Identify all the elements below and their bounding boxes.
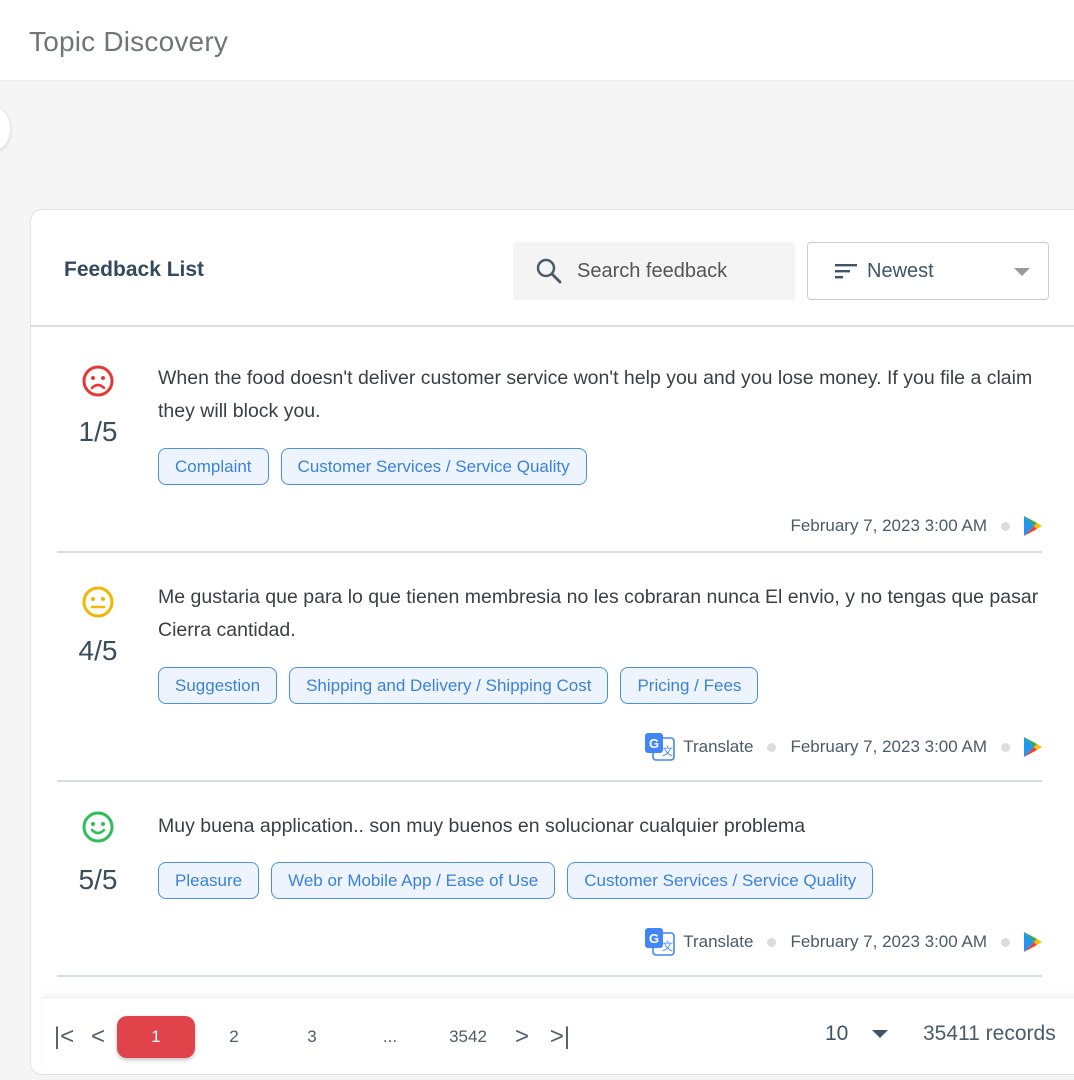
feedback-item: 4/5 Me gustaria que para lo que tienen m… bbox=[57, 553, 1042, 782]
google-translate-icon: G文 bbox=[645, 928, 676, 956]
svg-text:文: 文 bbox=[662, 939, 673, 953]
tag-chip[interactable]: Complaint bbox=[158, 448, 269, 485]
search-icon bbox=[536, 258, 562, 284]
google-play-icon[interactable] bbox=[1024, 737, 1042, 757]
card-header: Feedback List Newest bbox=[31, 210, 1074, 327]
chevron-down-icon bbox=[872, 1030, 889, 1038]
tag-chip[interactable]: Web or Mobile App / Ease of Use bbox=[271, 862, 556, 899]
page-button-1[interactable]: 1 bbox=[117, 1016, 195, 1058]
feedback-text: When the food doesn't deliver customer s… bbox=[158, 367, 1033, 422]
feedback-date: February 7, 2023 3:00 AM bbox=[790, 516, 987, 535]
rating-score: 1/5 bbox=[78, 416, 118, 447]
feedback-date: February 7, 2023 3:00 AM bbox=[790, 737, 987, 756]
feedback-meta: G文 Translate February 7, 2023 3:00 AM bbox=[645, 733, 1042, 761]
tag-list: Complaint Customer Services / Service Qu… bbox=[158, 448, 587, 485]
google-translate-icon: G文 bbox=[645, 733, 676, 761]
next-page-button[interactable]: > bbox=[507, 1023, 537, 1051]
per-page-select[interactable]: 10 bbox=[825, 1022, 889, 1046]
prev-page-button[interactable]: < bbox=[83, 1023, 113, 1051]
tag-chip[interactable]: Suggestion bbox=[158, 667, 278, 704]
translate-button[interactable]: G文 Translate bbox=[645, 928, 753, 956]
rating-score: 5/5 bbox=[78, 864, 118, 895]
svg-text:文: 文 bbox=[662, 744, 673, 758]
pagination: |< < 1 2 3 ... 3542 > >| bbox=[43, 1015, 575, 1059]
search-box[interactable] bbox=[513, 242, 795, 300]
page-button-3[interactable]: 3 bbox=[273, 1016, 351, 1058]
svg-text:G: G bbox=[649, 736, 659, 751]
google-play-icon[interactable] bbox=[1024, 516, 1042, 536]
page-button-2[interactable]: 2 bbox=[195, 1016, 273, 1058]
feedback-meta: G文 Translate February 7, 2023 3:00 AM bbox=[645, 928, 1042, 956]
sort-dropdown[interactable]: Newest bbox=[807, 242, 1049, 300]
sad-face-icon bbox=[82, 365, 114, 397]
feedback-text: Muy buena application.. son muy buenos e… bbox=[158, 815, 806, 837]
neutral-face-icon bbox=[82, 586, 114, 618]
page-ellipsis: ... bbox=[382, 1027, 398, 1046]
feedback-text: Me gustaria que para lo que tienen membr… bbox=[158, 586, 1039, 641]
feedback-list-card: Feedback List Newest 1/5 When the food d… bbox=[30, 209, 1074, 1075]
svg-text:G: G bbox=[649, 931, 659, 946]
last-page-button[interactable]: >| bbox=[545, 1023, 575, 1051]
google-play-icon[interactable] bbox=[1024, 932, 1042, 952]
separator-dot bbox=[767, 742, 777, 752]
translate-button[interactable]: G文 Translate bbox=[645, 733, 753, 761]
tag-chip[interactable]: Pricing / Fees bbox=[620, 667, 759, 704]
tag-chip[interactable]: Pleasure bbox=[158, 862, 260, 899]
feedback-item: 1/5 When the food doesn't deliver custom… bbox=[57, 328, 1042, 553]
top-bar: Topic Discovery bbox=[0, 0, 1074, 81]
rating-score: 4/5 bbox=[78, 635, 118, 666]
tag-list: Pleasure Web or Mobile App / Ease of Use… bbox=[158, 862, 874, 899]
card-title: Feedback List bbox=[64, 258, 205, 281]
happy-face-icon bbox=[82, 811, 114, 843]
first-page-button[interactable]: |< bbox=[49, 1023, 79, 1051]
tag-chip[interactable]: Customer Services / Service Quality bbox=[567, 862, 874, 899]
separator-dot bbox=[1001, 937, 1010, 947]
tag-chip[interactable]: Customer Services / Service Quality bbox=[280, 448, 587, 485]
search-input[interactable] bbox=[577, 259, 777, 283]
tag-chip[interactable]: Shipping and Delivery / Shipping Cost bbox=[289, 667, 609, 704]
sort-icon bbox=[835, 264, 857, 279]
separator-dot bbox=[1001, 742, 1010, 752]
feedback-meta: February 7, 2023 3:00 AM bbox=[790, 516, 1042, 536]
records-count: 35411 records bbox=[923, 1022, 1056, 1045]
per-page-value: 10 bbox=[825, 1022, 849, 1045]
separator-dot bbox=[767, 937, 777, 947]
page-button-last[interactable]: 3542 bbox=[429, 1016, 507, 1058]
chevron-down-icon bbox=[1014, 268, 1030, 276]
feedback-list: 1/5 When the food doesn't deliver custom… bbox=[57, 328, 1042, 977]
feedback-date: February 7, 2023 3:00 AM bbox=[790, 932, 987, 951]
translate-label: Translate bbox=[683, 737, 754, 756]
page-title: Topic Discovery bbox=[29, 26, 229, 57]
pagination-footer: |< < 1 2 3 ... 3542 > >| 10 35411 record… bbox=[43, 997, 1074, 1074]
separator-dot bbox=[1001, 521, 1010, 531]
feedback-item: 5/5 Muy buena application.. son muy buen… bbox=[57, 782, 1042, 977]
sidebar-toggle-button[interactable] bbox=[0, 108, 10, 150]
sort-selected-label: Newest bbox=[867, 259, 934, 282]
translate-label: Translate bbox=[683, 932, 754, 951]
tag-list: Suggestion Shipping and Delivery / Shipp… bbox=[158, 667, 759, 704]
